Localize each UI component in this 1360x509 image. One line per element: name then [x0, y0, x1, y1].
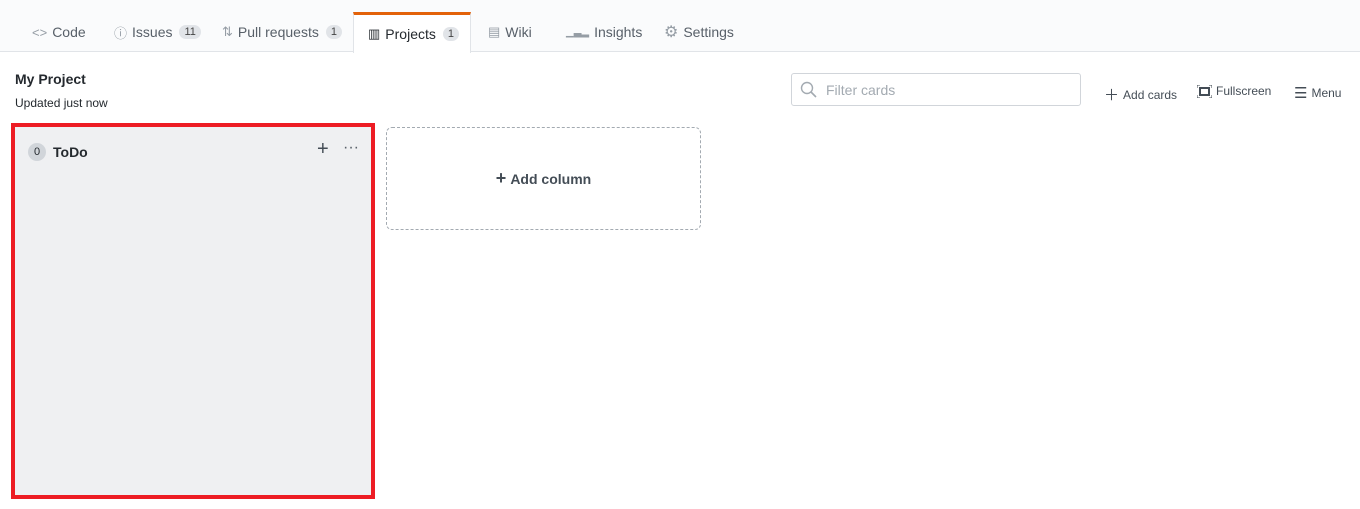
- tab-wiki[interactable]: ▤ Wiki: [474, 12, 546, 52]
- tab-pull-requests[interactable]: ⇅ Pull requests 1: [208, 12, 356, 52]
- add-column-label: Add column: [510, 170, 592, 187]
- book-icon: ▤: [488, 24, 501, 39]
- tab-code[interactable]: <> Code: [18, 12, 100, 52]
- add-cards-button[interactable]: ＋ Add cards: [1104, 84, 1177, 105]
- column-name: ToDo: [53, 144, 88, 160]
- filter-cards-field[interactable]: [791, 73, 1081, 106]
- tab-label: Pull requests: [237, 24, 319, 40]
- code-icon: <>: [32, 24, 48, 40]
- plus-icon: +: [495, 168, 507, 188]
- count-badge: 1: [442, 27, 459, 41]
- project-column-todo: 0 ToDo + ···: [11, 123, 375, 499]
- tab-settings[interactable]: ⚙ Settings: [650, 12, 748, 52]
- fullscreen-button[interactable]: Fullscreen: [1197, 84, 1271, 98]
- add-card-plus-icon[interactable]: +: [317, 138, 329, 161]
- tab-issues[interactable]: ⓘ Issues 11: [100, 12, 215, 52]
- menu-button[interactable]: ☰ Menu: [1294, 84, 1341, 102]
- project-title: My Project: [15, 71, 86, 87]
- gear-icon: ⚙: [664, 24, 679, 41]
- fullscreen-icon: [1197, 84, 1212, 98]
- repo-nav: <> Code ⓘ Issues 11 ⇅ Pull requests 1 ▥ Projec…: [0, 0, 1360, 53]
- tab-label: Issues: [132, 24, 173, 40]
- tab-label: Insights: [594, 24, 643, 40]
- menu-label: Menu: [1311, 86, 1342, 100]
- add-column-button[interactable]: + Add column: [386, 127, 701, 230]
- column-card-count: 0: [28, 143, 46, 161]
- tab-label: Wiki: [505, 24, 532, 40]
- fullscreen-label: Fullscreen: [1216, 84, 1272, 98]
- count-badge: 1: [325, 25, 342, 39]
- filter-cards-input[interactable]: [826, 81, 1066, 98]
- tab-projects[interactable]: ▥ Projects 1: [353, 12, 471, 53]
- search-icon: [800, 81, 817, 98]
- column-menu-ellipsis-icon[interactable]: ···: [343, 139, 359, 157]
- issue-icon: ⓘ: [114, 25, 128, 41]
- add-cards-label: Add cards: [1123, 87, 1178, 102]
- plus-icon: ＋: [1104, 87, 1120, 104]
- graph-icon: ▁▃▂: [566, 26, 590, 38]
- tab-label: Projects: [385, 26, 436, 42]
- tab-insights[interactable]: ▁▃▂ Insights: [552, 12, 656, 52]
- updated-status: Updated just now: [15, 96, 108, 110]
- tab-label: Code: [52, 24, 86, 40]
- tab-label: Settings: [683, 24, 734, 40]
- count-badge: 11: [179, 25, 201, 39]
- hamburger-icon: ☰: [1294, 85, 1308, 102]
- project-icon: ▥: [368, 26, 381, 41]
- pull-request-icon: ⇅: [222, 24, 233, 39]
